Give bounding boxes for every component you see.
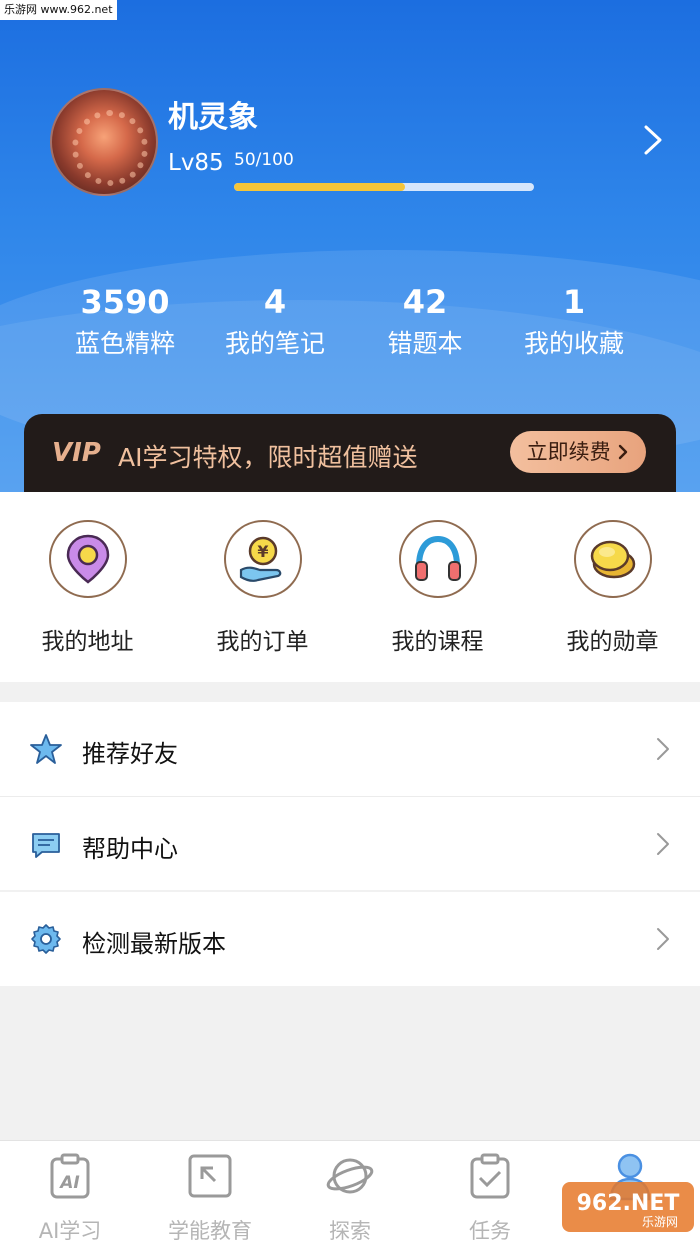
stat-label: 我的笔记 [224,329,325,358]
avatar[interactable] [50,88,158,196]
tab-tasks[interactable]: 任务 [420,1151,560,1244]
headphones-icon [398,520,477,598]
chevron-right-icon [657,833,669,855]
planet-icon [326,1158,374,1194]
watermark-label: 乐游网 www.962.net [0,0,117,20]
arrow-box-icon [188,1154,232,1198]
vip-logo-icon: VIP [52,438,101,466]
shortcut-label: 我的课程 [391,629,484,655]
tab-explore[interactable]: 探索 [280,1151,420,1244]
menu-item-label: 帮助中心 [82,835,178,863]
renew-button-label: 立即续费 [526,440,611,464]
svg-text:¥: ¥ [257,542,268,561]
menu-group-2: 检测最新版本 [0,892,700,986]
chevron-right-icon [657,928,669,950]
stat-mistakes[interactable]: 42 错题本 [350,282,500,360]
exp-progress-fill [234,183,405,191]
chat-bubble-icon [32,833,60,858]
svg-text:乐游网: 乐游网 [642,1215,678,1229]
stat-blue-essence[interactable]: 3590 蓝色精粹 [50,282,200,360]
renew-button[interactable]: 立即续费 [510,431,646,473]
tab-label: 探索 [329,1219,371,1243]
stat-value: 42 [402,283,448,321]
profile-header: 机灵象 Lv85 50/100 3590 蓝色精粹 4 我的笔记 42 错题本 … [0,0,700,492]
chevron-right-icon[interactable] [640,124,666,156]
menu-item-check-update[interactable]: 检测最新版本 [0,892,700,986]
exp-progress-bar [234,183,534,191]
gear-icon [31,924,61,954]
chevron-right-icon [619,444,628,460]
tab-ai-learning[interactable]: AI AI学习 [0,1151,140,1244]
menu-item-recommend-friends[interactable]: 推荐好友 [0,702,700,796]
svg-text:962.NET: 962.NET [577,1191,680,1216]
tab-label: AI学习 [38,1219,102,1243]
tab-label: 学能教育 [168,1219,252,1243]
menu-group-1: 推荐好友 帮助中心 [0,702,700,890]
stat-label: 错题本 [387,329,463,358]
svg-text:VIP: VIP [52,438,101,466]
stat-label: 我的收藏 [523,329,624,358]
vip-banner[interactable]: VIP AI学习特权，限时超值赠送 立即续费 [24,414,676,492]
medal-icon [573,520,652,598]
menu-item-label: 推荐好友 [82,740,178,768]
shortcut-label: 我的地址 [41,629,134,655]
chevron-right-icon [657,738,669,760]
stat-value: 3590 [80,283,170,321]
username: 机灵象 [168,100,258,135]
menu-item-label: 检测最新版本 [82,930,226,958]
vip-promo-text: AI学习特权，限时超值赠送 [118,443,418,472]
stat-label: 蓝色精粹 [74,329,175,358]
task-check-icon [470,1153,510,1199]
ai-clipboard-icon: AI [50,1153,90,1199]
shortcut-grid: 我的地址 ¥ 我的订单 我的课程 我的勋章 [0,492,700,682]
stat-favorites[interactable]: 1 我的收藏 [499,282,649,360]
shortcut-label: 我的订单 [216,629,309,655]
site-watermark-logo: 962.NET 乐游网 [562,1182,694,1232]
shortcut-address[interactable]: 我的地址 [0,520,175,656]
svg-text:AI: AI [58,1173,79,1193]
yen-coin-hand-icon: ¥ [223,520,302,598]
star-icon [30,734,62,764]
stat-value: 4 [263,283,287,321]
tab-education[interactable]: 学能教育 [140,1151,280,1244]
stat-value: 1 [562,283,586,321]
level-label: Lv85 [168,150,224,176]
menu-item-help-center[interactable]: 帮助中心 [0,796,700,890]
shortcut-medals[interactable]: 我的勋章 [525,520,700,656]
shortcut-orders[interactable]: ¥ 我的订单 [175,520,350,656]
tab-label: 任务 [469,1219,511,1243]
shortcut-label: 我的勋章 [566,629,659,655]
location-pin-icon [48,520,127,598]
shortcut-courses[interactable]: 我的课程 [350,520,525,656]
stat-notes[interactable]: 4 我的笔记 [200,282,350,360]
exp-text: 50/100 [234,150,294,170]
